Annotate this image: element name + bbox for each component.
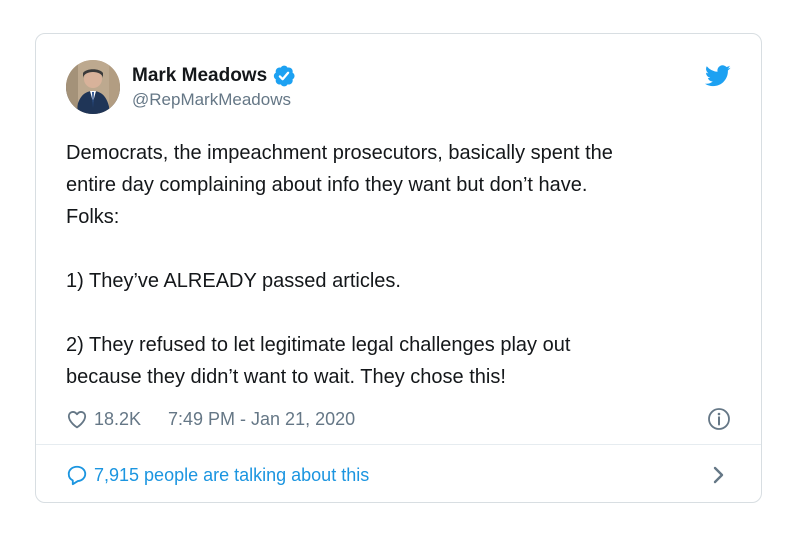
heart-icon[interactable]	[66, 409, 88, 429]
tweet-text-line: entire day complaining about info they w…	[66, 174, 588, 196]
likes-count[interactable]: 18.2K	[94, 406, 141, 432]
verified-badge-icon	[273, 65, 295, 87]
info-icon[interactable]	[707, 407, 731, 431]
chevron-right-icon[interactable]	[712, 465, 726, 485]
tweet-card: Mark Meadows @RepMarkMeadows Democrats, …	[35, 33, 762, 503]
author-name[interactable]: Mark Meadows	[132, 64, 295, 88]
author-name-text[interactable]: Mark Meadows	[132, 64, 267, 88]
talking-about-text[interactable]: 7,915 people are talking about this	[94, 462, 369, 488]
tweet-timestamp[interactable]: 7:49 PM - Jan 21, 2020	[168, 406, 355, 432]
tweet-header: Mark Meadows @RepMarkMeadows	[66, 60, 731, 116]
tweet-text: Democrats, the impeachment prosecutors, …	[66, 137, 731, 393]
tweet-text-line: 1) They’ve ALREADY passed articles.	[66, 270, 401, 292]
twitter-bird-icon[interactable]	[705, 65, 731, 87]
author-handle[interactable]: @RepMarkMeadows	[132, 89, 532, 111]
tweet-text-line: Democrats, the impeachment prosecutors, …	[66, 142, 613, 164]
divider	[36, 444, 761, 445]
avatar-image	[66, 60, 120, 114]
author-info: Mark Meadows @RepMarkMeadows	[132, 64, 532, 111]
tweet-text-line: 2) They refused to let legitimate legal …	[66, 334, 571, 356]
profile-photo-icon[interactable]	[66, 60, 120, 114]
talking-about-link[interactable]: 7,915 people are talking about this	[66, 459, 731, 489]
tweet-meta: 18.2K 7:49 PM - Jan 21, 2020	[66, 406, 731, 432]
tweet-text-line: Folks:	[66, 206, 120, 228]
tweet-text-line: because they didn’t want to wait. They c…	[66, 366, 506, 388]
speech-bubble-icon	[67, 465, 87, 486]
